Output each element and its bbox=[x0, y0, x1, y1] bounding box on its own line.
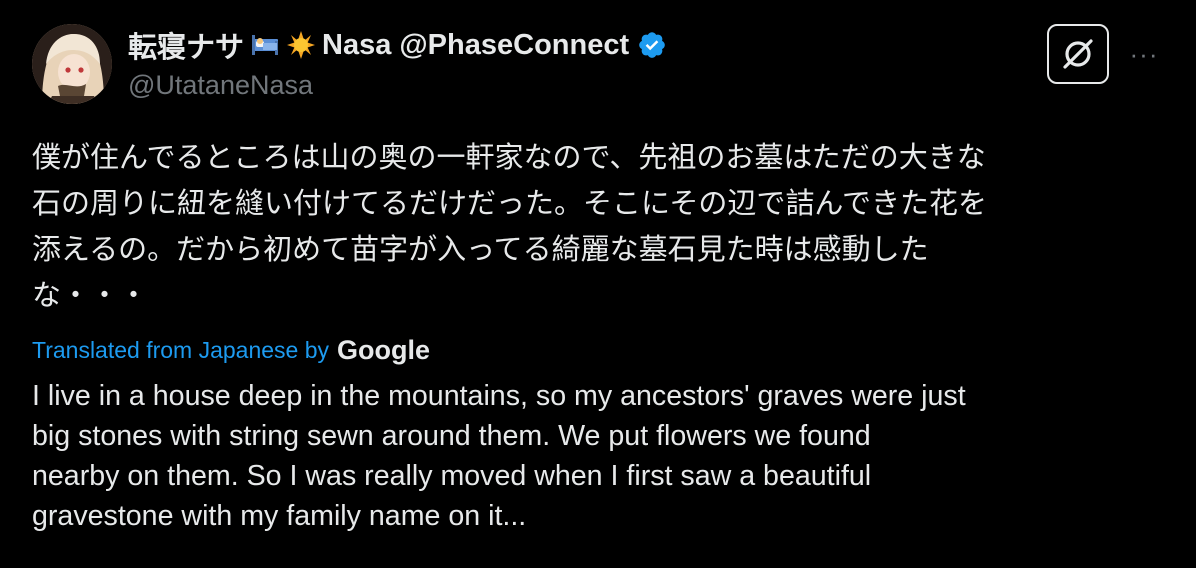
post-text-original: 僕が住んでるところは山の奥の一軒家なので、先祖のお墓はただの大きな 石の周りに紐… bbox=[32, 134, 1168, 318]
grok-icon bbox=[1063, 39, 1093, 69]
author-handle[interactable]: @UtataneNasa bbox=[128, 68, 968, 102]
display-name-row[interactable]: 転寝ナサ Nasa @PhaseConnect bbox=[128, 26, 968, 64]
avatar-image bbox=[32, 24, 112, 104]
bed-icon bbox=[252, 35, 279, 55]
more-options-button[interactable]: ··· bbox=[1126, 38, 1162, 69]
display-name-prefix[interactable]: 転寝ナサ bbox=[128, 24, 244, 66]
sun-icon bbox=[287, 31, 316, 59]
translation-attribution: Translated from Japanese by Google bbox=[32, 334, 430, 366]
avatar[interactable] bbox=[32, 24, 112, 104]
translated-line: nearby on them. So I was really moved wh… bbox=[32, 460, 872, 492]
verified-badge-icon[interactable] bbox=[637, 30, 667, 60]
google-logo: Google bbox=[337, 334, 431, 365]
more-options-icon: ··· bbox=[1129, 38, 1159, 69]
post-line: 僕が住んでるところは山の奥の一軒家なので、先祖のお墓はただの大きな bbox=[32, 140, 986, 174]
translated-line: big stones with string sewn around them.… bbox=[32, 420, 871, 452]
post-line: 添えるの。だから初めて苗字が入ってる綺麗な墓石見た時は感動した bbox=[32, 232, 929, 266]
post-line: な・・・ bbox=[32, 278, 149, 312]
author-header: 転寝ナサ Nasa @PhaseConnect @UtataneNasa bbox=[128, 26, 968, 102]
translated-line: I live in a house deep in the mountains,… bbox=[32, 380, 966, 412]
translated-from-link[interactable]: Translated from Japanese by bbox=[32, 337, 329, 364]
display-name-suffix[interactable]: Nasa @PhaseConnect bbox=[322, 29, 629, 62]
post-text-translated: I live in a house deep in the mountains,… bbox=[32, 376, 1172, 536]
post-line: 石の周りに紐を縫い付けてるだけだった。そこにその辺で詰んできた花を bbox=[32, 186, 987, 220]
translated-line: gravestone with my family name on it... bbox=[32, 500, 527, 532]
grok-button[interactable] bbox=[1047, 24, 1109, 84]
